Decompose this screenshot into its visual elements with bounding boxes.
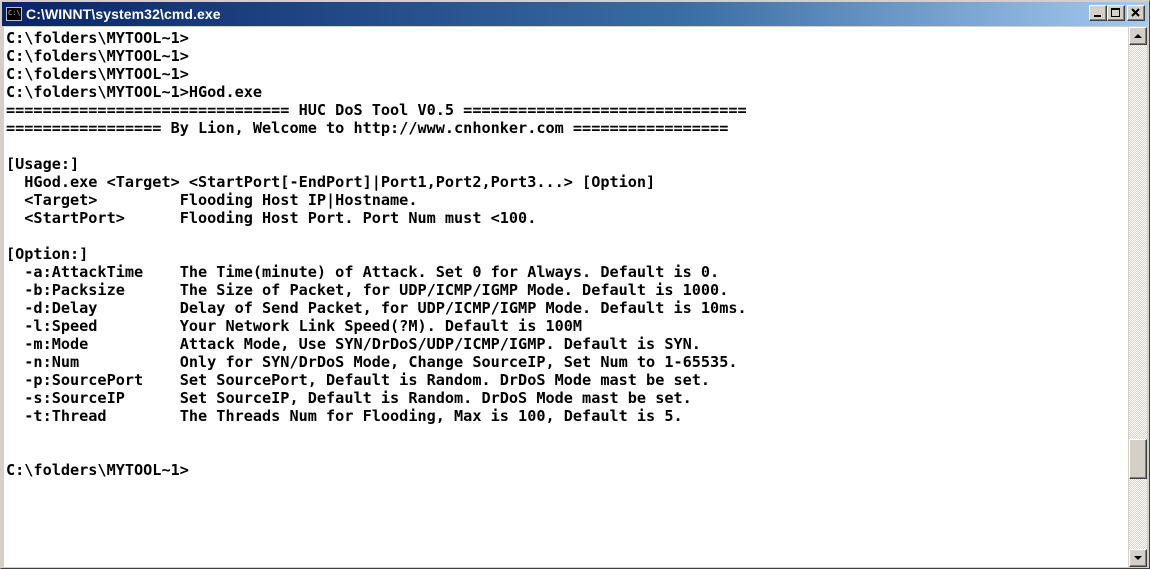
console-line: -m:Mode Attack Mode, Use SYN/DrDoS/UDP/I… xyxy=(6,335,701,353)
console-line: C:\folders\MYTOOL~1> xyxy=(6,29,189,47)
console-output[interactable]: C:\folders\MYTOOL~1> C:\folders\MYTOOL~1>… xyxy=(4,27,1128,567)
console-line: C:\folders\MYTOOL~1> xyxy=(6,65,189,83)
console-line: -d:Delay Delay of Send Packet, for UDP/I… xyxy=(6,299,747,317)
scroll-down-arrow-icon xyxy=(1134,556,1142,560)
console-line: -t:Thread The Threads Num for Flooding, … xyxy=(6,407,683,425)
console-text: C:\folders\MYTOOL~1> C:\folders\MYTOOL~1>… xyxy=(4,27,1128,479)
scroll-up-arrow-icon xyxy=(1134,34,1142,38)
window-title: C:\WINNT\system32\cmd.exe xyxy=(26,6,221,22)
console-line: -l:Speed Your Network Link Speed(?M). De… xyxy=(6,317,583,335)
scroll-down-button[interactable] xyxy=(1129,549,1147,567)
console-line: -n:Num Only for SYN/DrDoS Mode, Change S… xyxy=(6,353,738,371)
cmd-app-icon[interactable]: C:\ xyxy=(6,7,22,21)
console-line: C:\folders\MYTOOL~1>HGod.exe xyxy=(6,83,263,101)
scrollbar-thumb[interactable] xyxy=(1129,439,1147,480)
console-line: [Option:] xyxy=(6,245,89,263)
maximize-button[interactable] xyxy=(1107,5,1125,21)
minimize-button[interactable] xyxy=(1089,5,1107,21)
cmd-icon-label: C:\ xyxy=(8,9,21,17)
console-line: C:\folders\MYTOOL~1> xyxy=(6,461,189,479)
console-line: -b:Packsize The Size of Packet, for UDP/… xyxy=(6,281,729,299)
console-line: HGod.exe <Target> <StartPort[-EndPort]|P… xyxy=(6,173,656,191)
console-line: =============================== HUC DoS … xyxy=(6,101,747,119)
console-line: <Target> Flooding Host IP|Hostname. xyxy=(6,191,418,209)
title-buttons xyxy=(1089,5,1145,21)
maximize-icon xyxy=(1111,8,1120,17)
console-line: -s:SourceIP Set SourceIP, Default is Ran… xyxy=(6,389,692,407)
console-line: ================= By Lion, Welcome to ht… xyxy=(6,119,729,137)
console-line: -a:AttackTime The Time(minute) of Attack… xyxy=(6,263,720,281)
vertical-scrollbar[interactable] xyxy=(1129,27,1147,567)
minimize-icon xyxy=(1094,15,1101,17)
close-icon xyxy=(1131,8,1140,17)
console-window: C:\ C:\WINNT\system32\cmd.exe C:\folders… xyxy=(0,0,1150,569)
console-line: C:\folders\MYTOOL~1> xyxy=(6,47,189,65)
scroll-up-button[interactable] xyxy=(1129,27,1147,45)
console-line: <StartPort> Flooding Host Port. Port Num… xyxy=(6,209,537,227)
close-button[interactable] xyxy=(1127,5,1145,21)
console-line: -p:SourcePort Set SourcePort, Default is… xyxy=(6,371,711,389)
title-bar[interactable]: C:\ C:\WINNT\system32\cmd.exe xyxy=(2,2,1148,26)
console-line: [Usage:] xyxy=(6,155,80,173)
